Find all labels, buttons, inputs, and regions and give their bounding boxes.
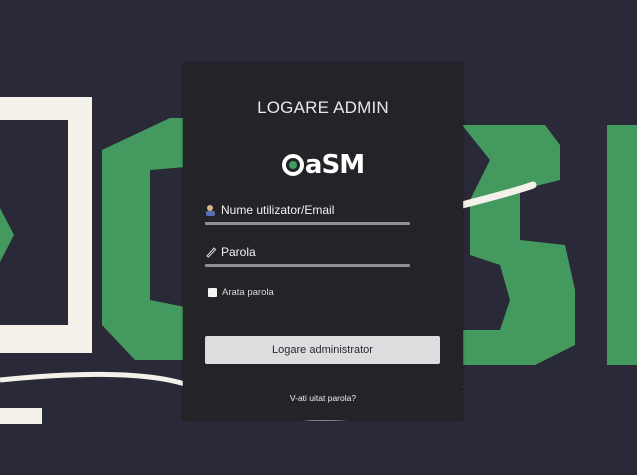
login-button[interactable]: Logare administrator <box>205 336 440 364</box>
logo-text: aSM <box>304 150 365 180</box>
password-underline <box>205 264 410 267</box>
username-field[interactable]: Nume utilizator/Email <box>205 202 410 225</box>
show-password-checkbox[interactable] <box>208 288 217 297</box>
logo-wordmark: aSM <box>281 150 365 180</box>
username-underline <box>205 222 410 225</box>
logo: aSM <box>183 149 463 181</box>
recycle-icon <box>281 154 304 176</box>
username-label: Nume utilizator/Email <box>221 203 335 217</box>
green-diamond-shape <box>0 208 14 262</box>
show-password-label: Arata parola <box>222 287 274 298</box>
bottom-bar <box>0 408 42 424</box>
white-frame-shape <box>0 97 92 353</box>
forgot-password-link[interactable]: V-ati uitat parola? <box>183 393 463 403</box>
pencil-icon <box>206 247 217 258</box>
login-panel: LOGARE ADMIN aSM Nume utilizator/Email P… <box>183 63 463 420</box>
green-i-shape <box>607 125 637 365</box>
user-icon <box>206 205 215 216</box>
password-label: Parola <box>221 245 256 259</box>
password-field[interactable]: Parola <box>205 244 410 267</box>
show-password-toggle[interactable]: Arata parola <box>208 287 274 298</box>
login-title: LOGARE ADMIN <box>257 98 389 117</box>
green-s-shape <box>462 125 575 365</box>
